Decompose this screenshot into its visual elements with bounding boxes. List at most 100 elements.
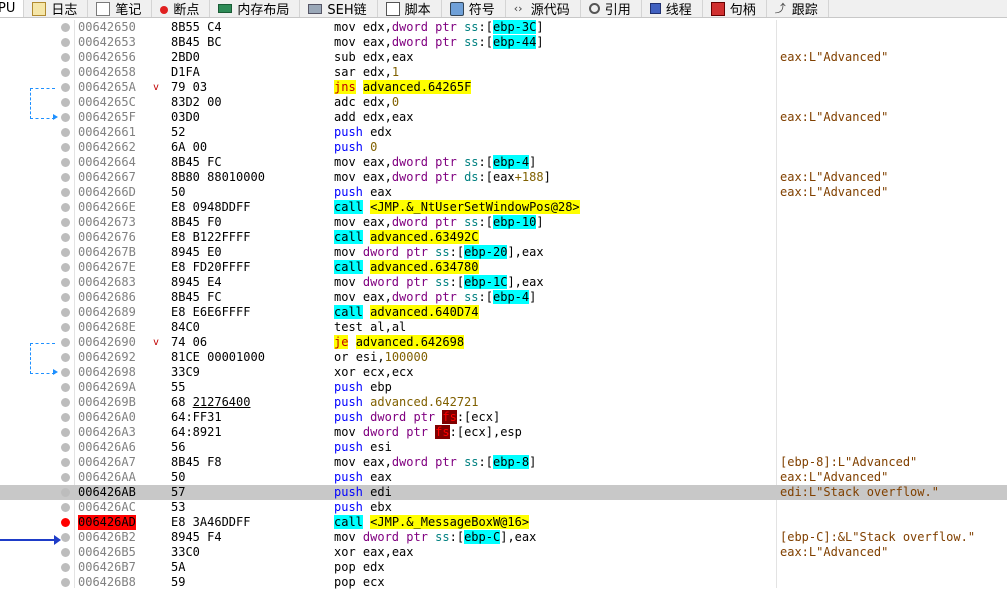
breakpoint-toggle-icon[interactable]: [61, 413, 70, 422]
disasm-row[interactable]: 00642667 8B80 88010000 mov eax,dword ptr d…: [0, 170, 1007, 185]
breakpoint-toggle-icon[interactable]: [61, 173, 70, 182]
breakpoint-toggle-icon[interactable]: [61, 368, 70, 377]
breakpoint-toggle-icon[interactable]: [61, 188, 70, 197]
row-bytes: E8 FD20FFFF: [171, 260, 251, 274]
tab-notes[interactable]: 笔记: [88, 0, 153, 17]
disasm-row[interactable]: 0064268E 84C0 test al,al: [0, 320, 1007, 335]
disasm-row[interactable]: 00642653 8B45 BC mov eax,dword ptr ss:[ebp…: [0, 35, 1007, 50]
breakpoint-toggle-icon[interactable]: [61, 488, 70, 497]
row-disassembly: mov dword ptr ss:[ebp-C],eax: [334, 530, 537, 544]
disasm-row[interactable]: 006426AA 50 push eax eax:L"Advanced": [0, 470, 1007, 485]
tab-trace[interactable]: ⤴ 跟踪: [767, 0, 829, 17]
row-disassembly: add edx,eax: [334, 110, 414, 124]
breakpoint-toggle-icon[interactable]: [61, 428, 70, 437]
breakpoint-toggle-icon[interactable]: [61, 308, 70, 317]
breakpoint-toggle-icon[interactable]: [61, 473, 70, 482]
breakpoint-toggle-icon[interactable]: [61, 38, 70, 47]
disasm-row[interactable]: 006426AD E8 3A46DDFF call <JMP.&_MessageBo…: [0, 515, 1007, 530]
row-bytes: 83D2 00: [171, 95, 222, 109]
breakpoint-toggle-icon[interactable]: [61, 293, 70, 302]
breakpoint-toggle-icon[interactable]: [61, 323, 70, 332]
breakpoint-toggle-icon[interactable]: [61, 443, 70, 452]
disasm-row[interactable]: 0064265A v 79 03 jns advanced.64265F: [0, 80, 1007, 95]
breakpoint-toggle-icon[interactable]: [61, 143, 70, 152]
disasm-row[interactable]: 0064265C 83D2 00 adc edx,0: [0, 95, 1007, 110]
disasm-row[interactable]: 00642661 52 push edx: [0, 125, 1007, 140]
row-disassembly: xor ecx,ecx: [334, 365, 414, 379]
breakpoint-toggle-icon[interactable]: [61, 263, 70, 272]
row-address: 006426B7: [78, 560, 136, 574]
disasm-row[interactable]: 00642658 D1FA sar edx,1: [0, 65, 1007, 80]
breakpoint-toggle-icon[interactable]: [61, 218, 70, 227]
breakpoint-toggle-icon[interactable]: [61, 353, 70, 362]
row-disassembly: call advanced.63492C: [334, 230, 479, 244]
breakpoint-toggle-icon[interactable]: [61, 113, 70, 122]
disasm-row[interactable]: 0064269B 68 21276400 push advanced.642721: [0, 395, 1007, 410]
disasm-row[interactable]: 00642650 8B55 C4 mov edx,dword ptr ss:[ebp…: [0, 20, 1007, 35]
disasm-row[interactable]: 0064267B 8945 E0 mov dword ptr ss:[ebp-20]…: [0, 245, 1007, 260]
tab-handles[interactable]: 句柄: [703, 0, 767, 17]
disasm-row[interactable]: 00642689 E8 E6E6FFFF call advanced.640D74: [0, 305, 1007, 320]
breakpoint-toggle-icon[interactable]: [61, 338, 70, 347]
breakpoint-toggle-icon[interactable]: [61, 533, 70, 542]
row-address: 00642664: [78, 155, 136, 169]
breakpoint-toggle-icon[interactable]: [61, 503, 70, 512]
tab-cpu[interactable]: PU: [0, 0, 25, 17]
breakpoint-toggle-icon[interactable]: [61, 233, 70, 242]
breakpoint-toggle-icon[interactable]: [61, 458, 70, 467]
tab-log[interactable]: 日志: [24, 0, 89, 17]
tab-threads[interactable]: 线程: [642, 0, 703, 17]
breakpoint-toggle-icon[interactable]: [61, 248, 70, 257]
breakpoint-toggle-icon[interactable]: [61, 23, 70, 32]
breakpoint-toggle-icon[interactable]: [61, 383, 70, 392]
breakpoint-toggle-icon[interactable]: [61, 128, 70, 137]
row-disassembly: je advanced.642698: [334, 335, 465, 349]
breakpoint-toggle-icon[interactable]: [61, 278, 70, 287]
tab-breakpoint[interactable]: 断点: [152, 0, 211, 17]
breakpoint-icon[interactable]: [61, 518, 70, 527]
disasm-row[interactable]: 0064266E E8 0948DDFF call <JMP.&_NtUserSet…: [0, 200, 1007, 215]
tab-symbols[interactable]: 符号: [442, 0, 506, 17]
breakpoint-toggle-icon[interactable]: [61, 53, 70, 62]
breakpoint-toggle-icon[interactable]: [61, 398, 70, 407]
disasm-row[interactable]: 00642676 E8 B122FFFF call advanced.63492C: [0, 230, 1007, 245]
tab-source[interactable]: ‹› 源代码: [506, 0, 581, 17]
tab-references[interactable]: 引用: [581, 0, 642, 17]
disasm-row[interactable]: 00642656 2BD0 sub edx,eax eax:L"Advanced": [0, 50, 1007, 65]
row-address: 006426A0: [78, 410, 136, 424]
disasm-row[interactable]: 00642673 8B45 F0 mov eax,dword ptr ss:[ebp…: [0, 215, 1007, 230]
disasm-row[interactable]: 006426AC 53 push ebx: [0, 500, 1007, 515]
disasm-row[interactable]: 00642662 6A 00 push 0: [0, 140, 1007, 155]
disasm-row[interactable]: 00642664 8B45 FC mov eax,dword ptr ss:[ebp…: [0, 155, 1007, 170]
tab-seh-chain[interactable]: SEH链: [300, 0, 378, 17]
disasm-row[interactable]: 00642686 8B45 FC mov eax,dword ptr ss:[ebp…: [0, 290, 1007, 305]
disasm-row[interactable]: 006426A3 64:8921 mov dword ptr fs:[ecx],es…: [0, 425, 1007, 440]
tab-memory-map[interactable]: 内存布局: [210, 0, 301, 17]
disasm-row[interactable]: 00642698 33C9 xor ecx,ecx: [0, 365, 1007, 380]
disasm-row[interactable]: 00642690 v 74 06 je advanced.642698: [0, 335, 1007, 350]
disasm-row[interactable]: 006426AB 57 push edi edi:L"Stack overflow.": [0, 485, 1007, 500]
breakpoint-toggle-icon[interactable]: [61, 548, 70, 557]
breakpoint-toggle-icon[interactable]: [61, 158, 70, 167]
disasm-row[interactable]: 0064266D 50 push eax eax:L"Advanced": [0, 185, 1007, 200]
disasm-row[interactable]: 006426A7 8B45 F8 mov eax,dword ptr ss:[ebp…: [0, 455, 1007, 470]
disasm-row[interactable]: 0064267E E8 FD20FFFF call advanced.634780: [0, 260, 1007, 275]
disasm-row[interactable]: 006426B2 8945 F4 mov dword ptr ss:[ebp-C],…: [0, 530, 1007, 545]
disasm-row[interactable]: 0064269A 55 push ebp: [0, 380, 1007, 395]
breakpoint-toggle-icon[interactable]: [61, 83, 70, 92]
disasm-row[interactable]: 00642692 81CE 00001000 or esi,100000: [0, 350, 1007, 365]
breakpoint-toggle-icon[interactable]: [61, 203, 70, 212]
breakpoint-toggle-icon[interactable]: [61, 563, 70, 572]
disasm-row[interactable]: 00642683 8945 E4 mov dword ptr ss:[ebp-1C]…: [0, 275, 1007, 290]
disasm-row[interactable]: 006426A0 64:FF31 push dword ptr fs:[ecx]: [0, 410, 1007, 425]
breakpoint-toggle-icon[interactable]: [61, 578, 70, 587]
disasm-row[interactable]: 006426A6 56 push esi: [0, 440, 1007, 455]
disassembly-view[interactable]: 00642650 8B55 C4 mov edx,dword ptr ss:[ebp…: [0, 20, 1007, 589]
breakpoint-toggle-icon[interactable]: [61, 68, 70, 77]
tab-script[interactable]: 脚本: [378, 0, 442, 17]
disasm-row[interactable]: 006426B7 5A pop edx: [0, 560, 1007, 575]
disasm-row[interactable]: 0064265F 03D0 add edx,eax eax:L"Advanced": [0, 110, 1007, 125]
breakpoint-toggle-icon[interactable]: [61, 98, 70, 107]
row-address: 00642690: [78, 335, 136, 349]
disasm-row[interactable]: 006426B5 33C0 xor eax,eax eax:L"Advanced": [0, 545, 1007, 560]
